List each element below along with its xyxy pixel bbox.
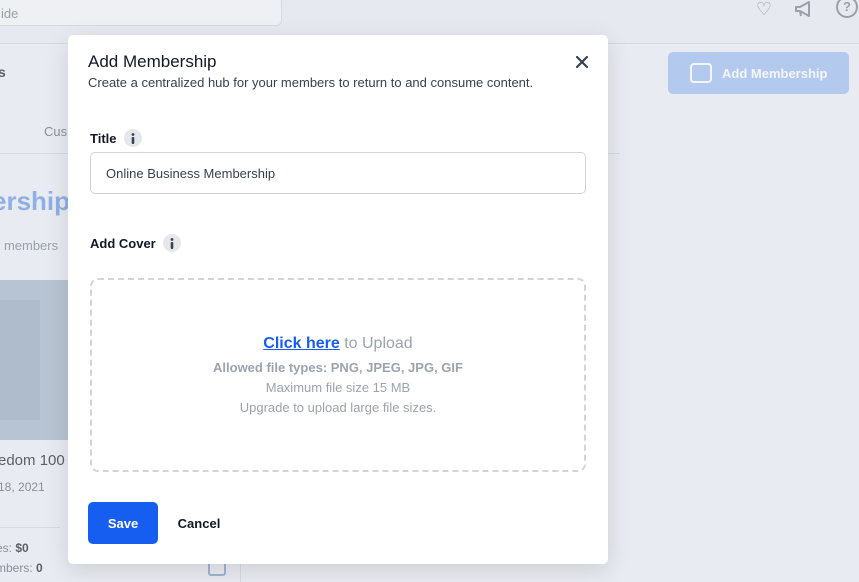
- memberships-heading: ership: [0, 186, 71, 216]
- memberships-subtitle: r members: [0, 238, 59, 253]
- membership-card-image-detail: [0, 300, 40, 420]
- card-divider: [0, 527, 60, 528]
- card-members-stat: mbers: 0: [0, 561, 43, 575]
- add-user-icon: [690, 63, 712, 83]
- tab-customize[interactable]: Cus: [44, 124, 67, 139]
- heart-icon[interactable]: ♡: [753, 0, 775, 18]
- max-file-size: Maximum file size 15 MB: [265, 380, 411, 395]
- membership-card-date: 18, 2021: [0, 480, 45, 494]
- save-button[interactable]: Save: [88, 502, 158, 544]
- search-text: ide: [1, 6, 19, 21]
- info-icon[interactable]: [162, 234, 181, 252]
- cover-field-label: Add Cover: [90, 234, 181, 252]
- modal-title: Add Membership: [88, 52, 217, 71]
- page-header-partial: s: [0, 64, 6, 80]
- help-icon[interactable]: ?: [836, 0, 858, 18]
- upload-prompt-suffix: to Upload: [339, 335, 413, 352]
- cover-upload-dropzone[interactable]: Click here to Upload Allowed file types:…: [90, 278, 586, 472]
- add-membership-button-label: Add Membership: [722, 65, 828, 81]
- membership-card-title[interactable]: edom 100: [0, 452, 65, 469]
- card-members-label: mbers:: [0, 561, 37, 575]
- search-bar[interactable]: ide: [0, 0, 282, 26]
- info-icon[interactable]: [123, 129, 142, 147]
- card-sales-stat: es: $0: [0, 541, 29, 555]
- add-membership-button[interactable]: Add Membership: [668, 52, 849, 94]
- upload-prompt: Click here to Upload: [92, 335, 584, 353]
- add-membership-modal: Add Membership Create a centralized hub …: [68, 35, 608, 564]
- title-input[interactable]: [90, 152, 586, 194]
- title-label-text: Title: [90, 130, 117, 146]
- close-button[interactable]: [573, 53, 591, 71]
- card-sales-label: es:: [0, 541, 13, 555]
- allowed-file-types: Allowed file types: PNG, JPEG, JPG, GIF: [213, 360, 463, 375]
- modal-description: Create a centralized hub for your member…: [88, 75, 534, 90]
- help-icon-glyph: ?: [843, 0, 851, 14]
- upgrade-note: Upgrade to upload large file sizes.: [239, 400, 437, 415]
- close-icon: [575, 55, 589, 69]
- megaphone-icon[interactable]: [794, 0, 816, 18]
- upload-link[interactable]: Click here: [263, 335, 339, 352]
- card-sales-value: $0: [15, 541, 29, 555]
- cancel-button[interactable]: Cancel: [170, 502, 228, 544]
- card-members-value: 0: [36, 561, 43, 575]
- title-field-label: Title: [90, 129, 142, 147]
- cover-label-text: Add Cover: [90, 235, 156, 251]
